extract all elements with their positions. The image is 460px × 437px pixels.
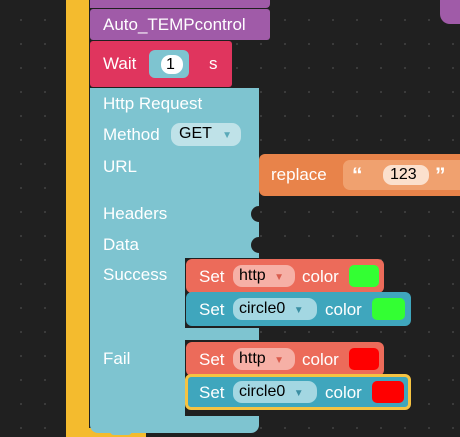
replace-label: replace: [271, 165, 327, 184]
success-label: Success: [103, 265, 168, 284]
data-label: Data: [103, 235, 139, 254]
wait-block[interactable]: Wait 1 s: [90, 41, 232, 87]
set-target-value: http: [239, 267, 266, 284]
wait-unit: s: [209, 54, 218, 73]
procedure-block-partial[interactable]: [90, 0, 270, 8]
wait-value-input[interactable]: 1: [161, 55, 183, 74]
set-label: Set: [199, 383, 225, 402]
fail-set-http-block[interactable]: Set http ▼ color: [186, 342, 384, 376]
color-swatch-green[interactable]: [372, 298, 405, 320]
chevron-down-icon: ▼: [293, 388, 304, 399]
set-target-dropdown[interactable]: circle0 ▼: [233, 381, 317, 403]
http-block-bottom-tab: [110, 427, 132, 435]
url-label: URL: [103, 157, 138, 176]
headers-label: Headers: [103, 204, 168, 223]
set-target-value: circle0: [239, 383, 286, 400]
success-set-circle-block[interactable]: Set circle0 ▼ color: [186, 292, 411, 326]
close-quote-icon: ”: [435, 164, 446, 187]
color-label: color: [302, 350, 339, 369]
chevron-down-icon: ▼: [274, 272, 285, 283]
set-label: Set: [199, 267, 225, 286]
success-set-http-block[interactable]: Set http ▼ color: [186, 259, 384, 293]
method-label: Method: [103, 125, 160, 144]
method-dropdown[interactable]: GET ▼: [171, 123, 241, 146]
set-target-dropdown[interactable]: http ▼: [233, 265, 295, 287]
set-target-value: http: [239, 350, 266, 367]
set-target-dropdown[interactable]: http ▼: [233, 348, 295, 370]
set-label: Set: [199, 300, 225, 319]
wait-value: 1: [166, 56, 175, 73]
set-target-dropdown[interactable]: circle0 ▼: [233, 298, 317, 320]
color-label: color: [325, 383, 362, 402]
replace-block[interactable]: replace “ 123 ”: [259, 154, 460, 196]
wait-label: Wait: [103, 54, 137, 73]
replace-text-input[interactable]: 123: [383, 165, 429, 185]
wait-value-socket[interactable]: 1: [149, 50, 189, 78]
open-quote-icon: “: [352, 164, 363, 187]
chevron-down-icon: ▼: [222, 130, 232, 141]
color-swatch-red[interactable]: [349, 348, 379, 370]
method-value: GET: [179, 125, 212, 142]
set-label: Set: [199, 350, 225, 369]
color-swatch-red[interactable]: [372, 381, 404, 403]
procedure-block-top-right[interactable]: [440, 0, 460, 24]
auto-tempcontrol-block[interactable]: Auto_TEMPcontrol: [90, 9, 270, 40]
replace-string-socket[interactable]: “ 123 ”: [343, 160, 460, 190]
fail-set-circle-block[interactable]: Set circle0 ▼ color: [185, 374, 411, 410]
chevron-down-icon: ▼: [293, 305, 304, 316]
auto-tempcontrol-label: Auto_TEMPcontrol: [103, 15, 246, 34]
replace-text-value: 123: [390, 166, 417, 183]
color-label: color: [302, 267, 339, 286]
chevron-down-icon: ▼: [274, 355, 285, 366]
set-target-value: circle0: [239, 300, 286, 317]
http-request-title: Http Request: [103, 94, 203, 113]
outer-stack-spine: [66, 0, 89, 437]
color-label: color: [325, 300, 362, 319]
color-swatch-green[interactable]: [349, 265, 379, 287]
fail-label: Fail: [103, 349, 131, 368]
